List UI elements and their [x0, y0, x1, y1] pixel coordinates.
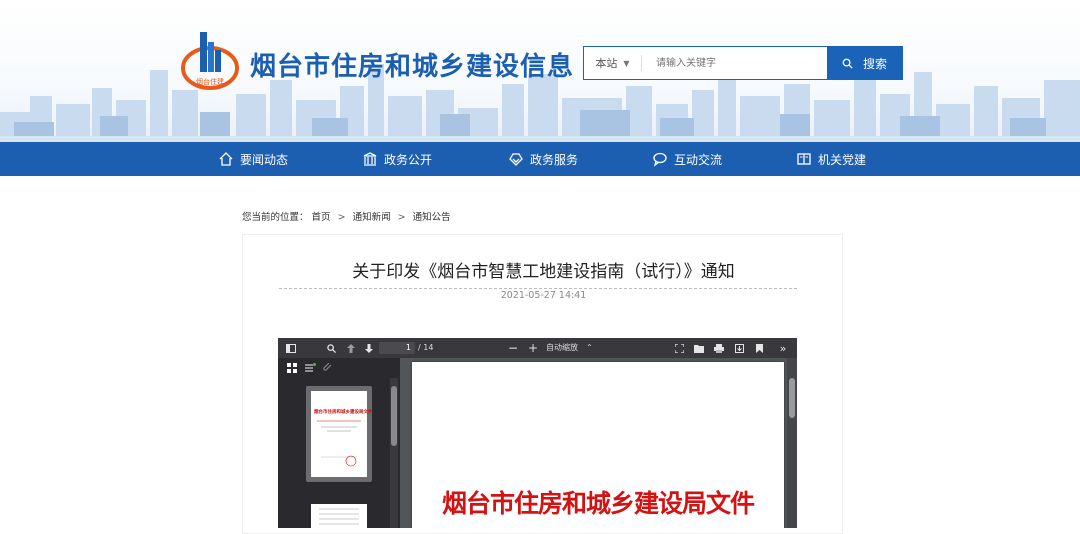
- breadcrumb: 您当前的位置： 首页 > 通知新闻 > 通知公告: [242, 209, 451, 223]
- search-scope-select[interactable]: 本站 ▼: [584, 55, 642, 71]
- breadcrumb-news[interactable]: 通知新闻: [353, 212, 391, 223]
- zoom-select[interactable]: 自动缩放 ⌃: [546, 342, 593, 354]
- search-button[interactable]: 搜索: [827, 47, 902, 79]
- sidebar-scrollbar[interactable]: [390, 378, 398, 528]
- zoom-select-label: 自动缩放: [546, 343, 578, 352]
- thumbnail-content: [317, 420, 361, 467]
- search-button-label: 搜索: [862, 56, 887, 71]
- nav-item-label: 政务公开: [384, 152, 433, 167]
- nav-item-news[interactable]: 要闻动态: [218, 142, 288, 176]
- search-bar: 本站 ▼ 搜索: [583, 46, 903, 80]
- main-nav: 要闻动态 政务公开 政务服务 互动交流 机关党建: [0, 142, 1080, 176]
- caret-down-icon: ▼: [623, 58, 630, 68]
- article-title: 关于印发《烟台市智慧工地建设指南（试行）》通知: [352, 262, 735, 282]
- bookmark-icon[interactable]: [752, 338, 766, 358]
- nav-item-gov-services[interactable]: 政务服务: [508, 142, 578, 176]
- zoom-out-button[interactable]: −: [506, 338, 520, 358]
- breadcrumb-prefix: 您当前的位置：: [242, 212, 309, 223]
- article-date: 2021-05-27 14:41: [500, 290, 587, 301]
- search-scope-label: 本站: [595, 57, 618, 70]
- pdf-page: 烟台市住房和城乡建设局文件: [412, 362, 784, 528]
- site-title[interactable]: 烟台市住房和城乡建设信息: [250, 46, 574, 83]
- previous-page-icon[interactable]: [344, 338, 358, 358]
- chat-icon: [653, 152, 667, 167]
- page-scrollbar[interactable]: [787, 358, 797, 528]
- open-file-icon[interactable]: [692, 338, 706, 358]
- service-icon: [509, 153, 523, 166]
- zoom-in-button[interactable]: +: [526, 338, 540, 358]
- tools-menu-icon[interactable]: »: [776, 338, 790, 358]
- nav-item-label: 要闻动态: [240, 152, 289, 167]
- document-heading: 烟台市住房和城乡建设局文件: [441, 489, 755, 518]
- nav-item-gov-affairs[interactable]: 政务公开: [362, 142, 432, 176]
- nav-item-label: 机关党建: [818, 152, 867, 167]
- next-page-icon[interactable]: [362, 338, 376, 358]
- outline-icon[interactable]: [304, 362, 316, 374]
- breadcrumb-home[interactable]: 首页: [312, 212, 331, 223]
- pdf-toolbar: 1 / 14 − + 自动缩放 ⌃ »: [278, 338, 797, 358]
- nav-item-label: 互动交流: [674, 152, 723, 167]
- chevron-down-icon: ⌃: [586, 343, 593, 352]
- sidebar-toggle-icon[interactable]: [284, 338, 298, 358]
- government-building-icon: [363, 152, 377, 166]
- title-divider: [279, 288, 797, 289]
- pdf-viewer: 1 / 14 − + 自动缩放 ⌃ » 烟台市住房和城乡建设局文件 烟台市住房和…: [278, 338, 797, 528]
- presentation-mode-icon[interactable]: [672, 338, 686, 358]
- nav-item-party-building[interactable]: 机关党建: [796, 142, 866, 176]
- breadcrumb-separator: >: [337, 212, 346, 223]
- sidebar-tools: [278, 358, 400, 378]
- home-icon: [219, 152, 233, 166]
- nav-item-interaction[interactable]: 互动交流: [652, 142, 722, 176]
- download-icon[interactable]: [732, 338, 746, 358]
- breadcrumb-separator: >: [397, 212, 406, 223]
- logo-text: 烟台住建: [196, 77, 224, 86]
- thumbnails-icon[interactable]: [286, 362, 298, 374]
- header-banner: 烟台住建 烟台市住房和城乡建设信息 本站 ▼ 搜索: [0, 0, 1080, 142]
- attachments-icon[interactable]: [322, 362, 334, 374]
- page-thumbnail-1[interactable]: 烟台市住房和城乡建设局文件: [311, 391, 373, 477]
- site-logo: 烟台住建: [181, 32, 239, 90]
- page-thumbnail-2[interactable]: [311, 504, 367, 528]
- find-icon[interactable]: [324, 338, 338, 358]
- search-input[interactable]: [642, 47, 827, 79]
- page-count: / 14: [418, 343, 434, 352]
- pdf-sidebar: 烟台市住房和城乡建设局文件: [278, 358, 400, 528]
- thumbnail-content: [319, 508, 359, 525]
- book-icon: [797, 153, 811, 165]
- print-icon[interactable]: [712, 338, 726, 358]
- nav-item-label: 政务服务: [530, 152, 579, 167]
- breadcrumb-notices[interactable]: 通知公告: [413, 212, 451, 223]
- search-icon: [842, 58, 853, 69]
- page-number-input[interactable]: 1: [379, 342, 415, 354]
